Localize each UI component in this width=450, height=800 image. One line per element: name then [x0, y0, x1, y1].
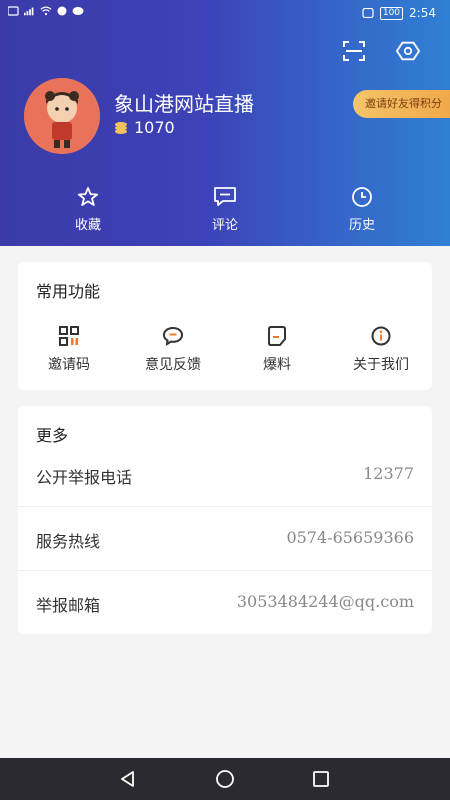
system-navigation-bar [0, 758, 450, 800]
battery-indicator: 100 [379, 6, 404, 20]
user-nickname[interactable]: 象山港网站直播 [114, 88, 254, 117]
avatar-illustration [24, 78, 100, 154]
common-functions-card: 常用功能 邀请码 意见反馈 爆料 关于我们 [18, 262, 432, 390]
qr-code-icon [59, 326, 79, 346]
clock-icon [352, 187, 372, 207]
history-button[interactable]: 历史 [312, 186, 412, 233]
app-notification-icon [57, 6, 67, 16]
report-email-label: 举报邮箱 [36, 596, 101, 615]
service-hotline-value: 0574-65659366 [286, 528, 414, 547]
report-phone-value: 12377 [363, 464, 414, 483]
more-card: 更多 公开举报电话 12377 服务热线 0574-65659366 举报邮箱 … [18, 406, 432, 634]
user-points: 1070 [114, 118, 175, 137]
service-hotline-label: 服务热线 [36, 532, 101, 551]
divider [18, 570, 432, 571]
more-title: 更多 [36, 426, 69, 445]
coin-icon [115, 121, 127, 134]
report-phone-row[interactable]: 公开举报电话 12377 [18, 444, 432, 506]
recents-icon[interactable] [311, 769, 331, 789]
invite-code-label: 邀请码 [48, 357, 90, 373]
report-email-row[interactable]: 举报邮箱 3053484244@qq.com [18, 572, 432, 634]
status-left [8, 6, 84, 16]
invite-code-button[interactable]: 邀请码 [24, 326, 114, 374]
settings-hex-icon[interactable] [396, 40, 420, 62]
signal-icon [24, 7, 34, 16]
scan-icon[interactable] [342, 40, 366, 62]
back-icon[interactable] [118, 769, 138, 789]
home-icon[interactable] [215, 769, 235, 789]
header-actions [342, 40, 420, 62]
invite-friends-button[interactable]: 邀请好友得积分 [353, 90, 450, 118]
divider [18, 506, 432, 507]
status-right: 100 2:54 [362, 6, 436, 20]
favorites-label: 收藏 [74, 218, 101, 233]
avatar[interactable] [24, 78, 100, 154]
nfc-icon [362, 8, 374, 18]
comments-button[interactable]: 评论 [175, 186, 275, 233]
report-phone-label: 公开举报电话 [36, 468, 133, 487]
common-functions-title: 常用功能 [36, 282, 101, 301]
feedback-label: 意见反馈 [145, 357, 201, 373]
wifi-icon [40, 6, 52, 16]
profile-header: 100 2:54 象山港网站直播 1070 邀请好友得积分 收藏 评论 历史 [0, 0, 450, 246]
comments-label: 评论 [211, 218, 238, 233]
about-us-label: 关于我们 [353, 357, 409, 373]
document-icon [268, 326, 286, 346]
info-icon [371, 326, 391, 346]
status-bar: 100 2:54 [0, 0, 450, 28]
message-icon [72, 7, 84, 15]
favorites-button[interactable]: 收藏 [38, 186, 138, 233]
points-value: 1070 [134, 118, 175, 137]
tip-off-button[interactable]: 爆料 [232, 326, 322, 374]
comment-icon [214, 187, 236, 206]
report-email-value: 3053484244@qq.com [236, 592, 414, 611]
history-label: 历史 [348, 218, 375, 233]
sim-icon [8, 6, 19, 16]
service-hotline-row[interactable]: 服务热线 0574-65659366 [18, 508, 432, 570]
feedback-button[interactable]: 意见反馈 [128, 326, 218, 374]
status-time: 2:54 [409, 6, 436, 20]
star-icon [77, 187, 99, 206]
feedback-icon [162, 326, 184, 346]
tip-off-label: 爆料 [263, 357, 291, 373]
about-us-button[interactable]: 关于我们 [336, 326, 426, 374]
